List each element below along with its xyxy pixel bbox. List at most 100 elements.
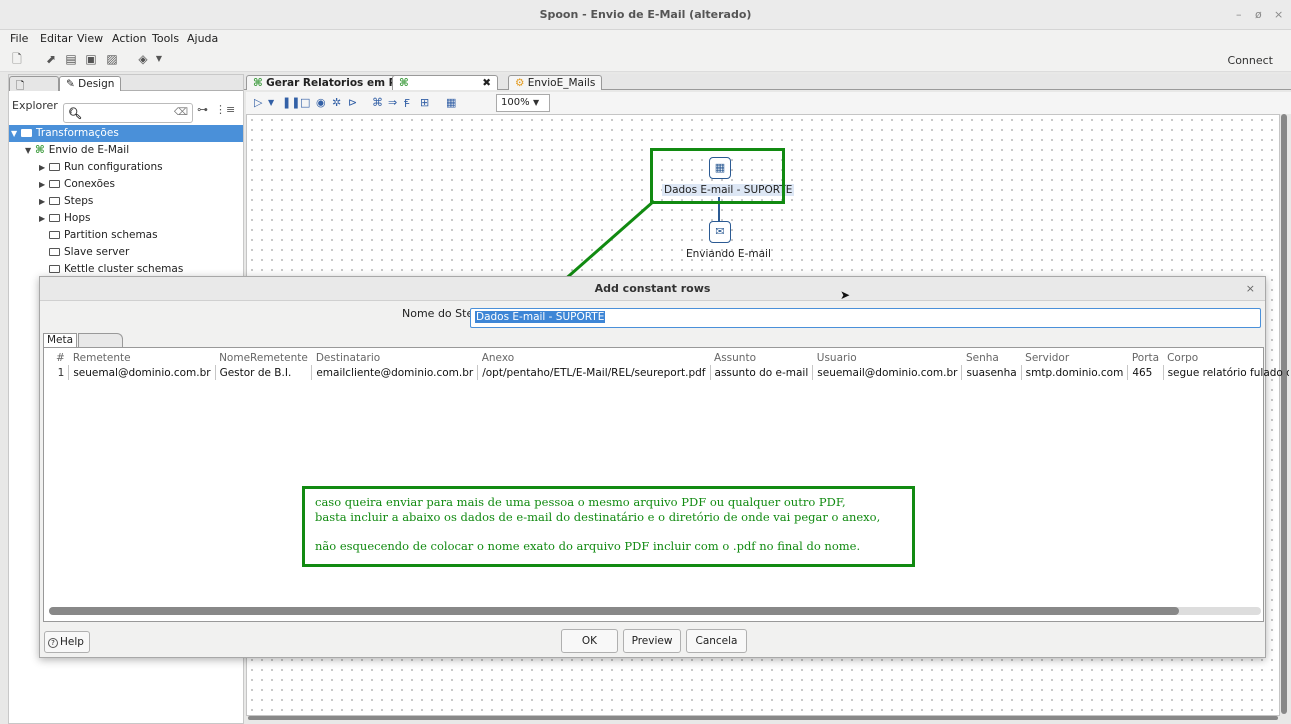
expand-arrow-icon[interactable]: ▼ <box>25 142 35 159</box>
expand-all-icon[interactable]: ⋮≡ <box>215 103 235 116</box>
run-options-icon[interactable]: ▼ <box>268 98 274 107</box>
column-header[interactable]: NomeRemetente <box>215 351 312 365</box>
menu-editar[interactable]: Editar <box>40 32 73 45</box>
cancel-button[interactable]: Cancela <box>686 629 747 653</box>
save-icon[interactable]: ▣ <box>84 52 98 66</box>
tab-envioe-mails[interactable]: ⚙ EnvioE_Mails <box>508 75 603 90</box>
tab-view[interactable]: 🗋 <box>9 76 59 92</box>
search-input[interactable]: 🔍︎ ⌫ <box>63 103 193 123</box>
cell-senha[interactable]: suasenha <box>961 365 1022 380</box>
sql-icon[interactable]: Ꞙ <box>404 96 410 111</box>
new-file-icon[interactable]: 🗋 <box>10 52 24 66</box>
tree-item-run-configurations[interactable]: ▶ Run configurations <box>9 159 243 176</box>
column-header[interactable]: # <box>52 351 69 365</box>
ok-button[interactable]: OK <box>561 629 618 653</box>
debug-icon[interactable]: ✲ <box>332 96 341 109</box>
tab-envio-de-email[interactable]: ⌘ ✖ <box>392 75 498 90</box>
column-header[interactable]: Usuario <box>813 351 962 365</box>
expand-arrow-icon[interactable]: ▶ <box>39 176 49 193</box>
impact-icon[interactable]: ⇒ <box>388 96 397 109</box>
tab-label: EnvioE_Mails <box>527 77 596 89</box>
cell-assunto[interactable]: assunto do e-mail <box>709 365 813 380</box>
menu-tools[interactable]: Tools <box>152 32 179 45</box>
column-header[interactable]: Senha <box>962 351 1021 365</box>
connect-button[interactable]: Connect <box>1228 54 1273 67</box>
cell-nomeremetente[interactable]: Gestor de B.I. <box>214 365 312 380</box>
tab-meta[interactable]: Meta <box>43 333 78 347</box>
cell-anexo[interactable]: /opt/pentaho/ETL/E-Mail/REL/seureport.pd… <box>477 365 711 380</box>
file-tabs: ⌘ Gerar Relatorios em PDF ⌘ ✖ ⚙ EnvioE_M… <box>244 74 1291 90</box>
close-tab-icon[interactable]: ✖ <box>482 77 491 89</box>
cell-servidor[interactable]: smtp.dominio.com <box>1020 365 1128 380</box>
step-enviando-email-icon[interactable]: ✉ <box>709 221 731 243</box>
cell-porta[interactable]: 465 <box>1127 365 1164 380</box>
chevron-down-icon[interactable]: ▼ <box>152 52 166 66</box>
step-enviando-email-label[interactable]: Enviando E-mail <box>686 248 771 260</box>
menu-file[interactable]: File <box>10 32 28 45</box>
tree-item-partition-schemas[interactable]: Partition schemas <box>9 227 243 244</box>
expand-arrow-icon[interactable]: ▼ <box>11 125 21 142</box>
chevron-down-icon[interactable]: ▼ <box>533 98 539 107</box>
preview-button[interactable]: Preview <box>623 629 681 653</box>
tree-item-conexoes[interactable]: ▶ Conexões <box>9 176 243 193</box>
verify-icon[interactable]: ⌘ <box>372 96 383 109</box>
column-header[interactable]: Anexo <box>478 351 710 365</box>
collapse-all-icon[interactable]: ⊶ <box>197 103 208 116</box>
replay-icon[interactable]: ⊳ <box>348 96 357 109</box>
column-header[interactable]: Remetente <box>69 351 215 365</box>
grid-horizontal-scrollbar[interactable] <box>49 607 1261 615</box>
help-label: Help <box>60 636 84 648</box>
tree-item-hops[interactable]: ▶ Hops <box>9 210 243 227</box>
tree-item-steps[interactable]: ▶ Steps <box>9 193 243 210</box>
grid-icon[interactable]: ▦ <box>446 96 456 109</box>
minimize-button[interactable]: – <box>1236 8 1242 21</box>
cell-destinatario[interactable]: emailcliente@dominio.com.br <box>311 365 478 380</box>
step-name-field[interactable]: Dados E-mail - SUPORTE <box>470 308 1261 328</box>
dialog-title: Add constant rows <box>40 277 1265 301</box>
cell-corpo[interactable]: segue relatório fulado de t <box>1162 365 1290 380</box>
expand-arrow-icon[interactable]: ▶ <box>39 210 49 227</box>
tree-item-envio-de-email[interactable]: ▼ ⌘ Envio de E-Mail <box>9 142 243 159</box>
restore-button[interactable]: ø <box>1255 8 1262 21</box>
stop-icon[interactable]: □ <box>300 96 310 109</box>
tab-design[interactable]: ✎ Design <box>59 76 122 91</box>
expand-arrow-icon[interactable]: ▶ <box>39 159 49 176</box>
column-header[interactable]: Destinatario <box>312 351 478 365</box>
pause-icon[interactable]: ❚❚ <box>282 96 300 109</box>
step-name-label: Nome do Step <box>402 307 481 320</box>
help-icon: ? <box>48 638 58 648</box>
annotation-line-2: basta incluir a abaixo os dados de e-mai… <box>315 510 881 524</box>
scrollbar-thumb[interactable] <box>49 607 1179 615</box>
zoom-select[interactable]: 100% <box>496 94 550 112</box>
save-as-icon[interactable]: ▨ <box>105 52 119 66</box>
explore-icon[interactable]: ▤ <box>64 52 78 66</box>
perspective-tabs: 🗋 ✎ Design <box>9 75 243 92</box>
menu-ajuda[interactable]: Ajuda <box>187 32 218 45</box>
help-button[interactable]: ? Help <box>44 631 90 653</box>
cell-remetente[interactable]: seuemal@dominio.com.br <box>68 365 216 380</box>
column-header[interactable]: Porta <box>1128 351 1163 365</box>
menu-action[interactable]: Action <box>112 32 146 45</box>
canvas-vertical-scrollbar[interactable] <box>1281 114 1287 714</box>
menu-view[interactable]: View <box>77 32 103 45</box>
run-icon[interactable]: ▷ <box>254 96 262 109</box>
close-dialog-icon[interactable]: × <box>1246 282 1255 295</box>
tree-item-slave-server[interactable]: Slave server <box>9 244 243 261</box>
main-toolbar: 🗋 ⬈ ▤ ▣ ▨ ◈ ▼ Connect <box>0 48 1291 72</box>
tab-data[interactable] <box>78 333 123 347</box>
layers-icon[interactable]: ◈ <box>136 52 150 66</box>
preview-icon[interactable]: ◉ <box>316 96 326 109</box>
column-header[interactable]: Corpo <box>1163 351 1289 365</box>
column-header[interactable]: Servidor <box>1021 351 1128 365</box>
expand-arrow-icon[interactable]: ▶ <box>39 193 49 210</box>
open-icon[interactable]: ⬈ <box>44 52 58 66</box>
folder-icon <box>49 231 60 239</box>
table-row[interactable]: 1 seuemal@dominio.com.br Gestor de B.I. … <box>52 365 1290 380</box>
clear-search-icon[interactable]: ⌫ <box>174 107 188 118</box>
canvas-horizontal-scrollbar[interactable] <box>248 716 1278 720</box>
explore-db-icon[interactable]: ⊞ <box>420 96 429 109</box>
tree-item-transformacoes[interactable]: ▼ Transformações <box>9 125 243 142</box>
cell-usuario[interactable]: seuemail@dominio.com.br <box>812 365 962 380</box>
close-window-button[interactable]: × <box>1274 8 1283 21</box>
column-header[interactable]: Assunto <box>710 351 813 365</box>
